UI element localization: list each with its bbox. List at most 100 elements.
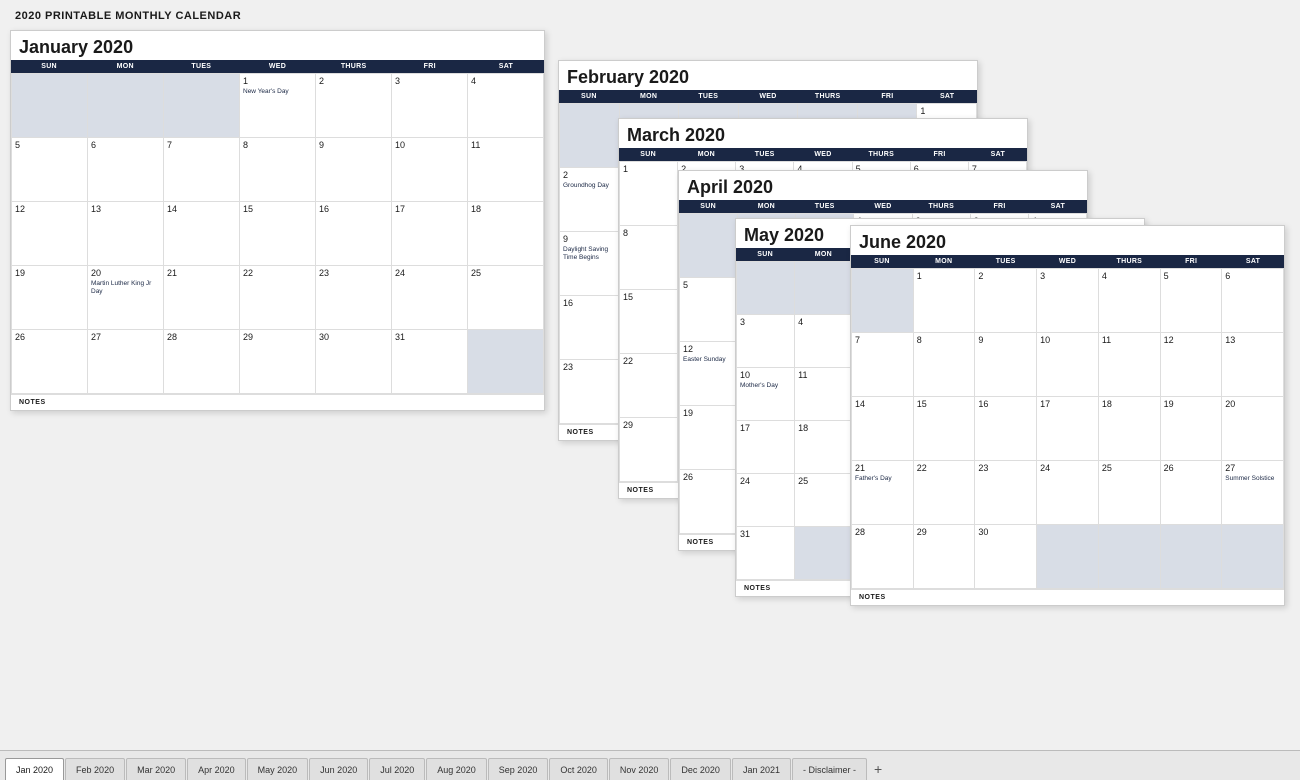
cal-cell: 21 bbox=[164, 266, 240, 330]
tab-may-2020[interactable]: May 2020 bbox=[247, 758, 309, 780]
header-cell: THURS bbox=[798, 90, 858, 103]
cal-cell: 22 bbox=[620, 354, 678, 418]
tab-jan-2020[interactable]: Jan 2020 bbox=[5, 758, 64, 780]
day-number: 29 bbox=[917, 527, 972, 537]
add-tab-button[interactable]: + bbox=[868, 758, 888, 780]
cal-cell: 19 bbox=[1161, 397, 1223, 461]
calendar-jan: January 2020SUNMONTUESWEDTHURSFRISAT1New… bbox=[10, 30, 545, 411]
day-number: 8 bbox=[623, 228, 674, 238]
tab-apr-2020[interactable]: Apr 2020 bbox=[187, 758, 246, 780]
cal-cell: 9Daylight Saving Time Begins bbox=[560, 232, 620, 296]
day-number: 11 bbox=[798, 370, 849, 380]
tab-oct-2020[interactable]: Oct 2020 bbox=[549, 758, 608, 780]
header-cell: FRI bbox=[1160, 255, 1222, 268]
day-number: 6 bbox=[1225, 271, 1280, 281]
day-number: 19 bbox=[683, 408, 734, 418]
header-cell: MON bbox=[913, 255, 975, 268]
tab-jan-2021[interactable]: Jan 2021 bbox=[732, 758, 791, 780]
cal-cell: 31 bbox=[392, 330, 468, 394]
day-number: 5 bbox=[683, 280, 734, 290]
cal-cell: 8 bbox=[914, 333, 976, 397]
day-number: 30 bbox=[319, 332, 388, 342]
day-number: 21 bbox=[855, 463, 910, 473]
header-row-apr: SUNMONTUESWEDTHURSFRISAT bbox=[679, 200, 1087, 213]
cal-cell: 26 bbox=[1161, 461, 1223, 525]
month-title-apr: April 2020 bbox=[679, 171, 1087, 200]
day-number: 25 bbox=[798, 476, 849, 486]
header-cell: WED bbox=[738, 90, 798, 103]
day-number: 6 bbox=[91, 140, 160, 150]
cal-cell: 27Summer Solstice bbox=[1222, 461, 1284, 525]
tab-sep-2020[interactable]: Sep 2020 bbox=[488, 758, 549, 780]
cal-cell: 23 bbox=[316, 266, 392, 330]
tab-jul-2020[interactable]: Jul 2020 bbox=[369, 758, 425, 780]
header-cell: SUN bbox=[851, 255, 913, 268]
cal-cell: 7 bbox=[852, 333, 914, 397]
cal-cell bbox=[1099, 525, 1161, 589]
tab-jun-2020[interactable]: Jun 2020 bbox=[309, 758, 368, 780]
month-title-mar: March 2020 bbox=[619, 119, 1027, 148]
day-number: 3 bbox=[395, 76, 464, 86]
tab-bar: Jan 2020Feb 2020Mar 2020Apr 2020May 2020… bbox=[0, 750, 1300, 780]
header-row-jan: SUNMONTUESWEDTHURSFRISAT bbox=[11, 60, 544, 73]
day-number: 15 bbox=[623, 292, 674, 302]
cal-cell bbox=[1037, 525, 1099, 589]
day-number: 4 bbox=[1102, 271, 1157, 281]
header-cell: TUES bbox=[975, 255, 1037, 268]
day-number: 26 bbox=[683, 472, 734, 482]
event-text: Father's Day bbox=[855, 475, 910, 483]
header-cell: MON bbox=[737, 200, 795, 213]
header-cell: MON bbox=[794, 248, 852, 261]
day-number: 10 bbox=[740, 370, 791, 380]
tab---disclaimer--[interactable]: - Disclaimer - bbox=[792, 758, 867, 780]
header-cell: SAT bbox=[917, 90, 977, 103]
day-number: 11 bbox=[471, 140, 540, 150]
tab-nov-2020[interactable]: Nov 2020 bbox=[609, 758, 670, 780]
cal-cell: 3 bbox=[737, 315, 795, 368]
day-number: 13 bbox=[1225, 335, 1280, 345]
cal-cell: 19 bbox=[12, 266, 88, 330]
cal-cell: 16 bbox=[560, 296, 620, 360]
header-cell: FRI bbox=[910, 148, 968, 161]
cal-cell bbox=[795, 527, 853, 580]
day-number: 4 bbox=[471, 76, 540, 86]
day-number: 7 bbox=[167, 140, 236, 150]
day-number: 4 bbox=[798, 317, 849, 327]
tab-dec-2020[interactable]: Dec 2020 bbox=[670, 758, 731, 780]
day-number: 20 bbox=[91, 268, 160, 278]
event-text: Mother's Day bbox=[740, 382, 791, 390]
cal-cell: 4 bbox=[795, 315, 853, 368]
cal-cell: 19 bbox=[680, 406, 738, 470]
day-number: 8 bbox=[243, 140, 312, 150]
month-title-jun: June 2020 bbox=[851, 226, 1284, 255]
cal-cell: 24 bbox=[737, 474, 795, 527]
cal-cell: 14 bbox=[164, 202, 240, 266]
tab-mar-2020[interactable]: Mar 2020 bbox=[126, 758, 186, 780]
cal-cell: 8 bbox=[240, 138, 316, 202]
day-number: 1 bbox=[917, 271, 972, 281]
tab-aug-2020[interactable]: Aug 2020 bbox=[426, 758, 487, 780]
header-cell: TUES bbox=[678, 90, 738, 103]
header-cell: MON bbox=[619, 90, 679, 103]
cal-cell: 29 bbox=[240, 330, 316, 394]
header-cell: SUN bbox=[11, 60, 87, 73]
cal-cell bbox=[680, 214, 738, 278]
cal-cell: 1New Year's Day bbox=[240, 74, 316, 138]
day-number: 18 bbox=[471, 204, 540, 214]
cal-cell bbox=[795, 262, 853, 315]
header-cell: WED bbox=[854, 200, 912, 213]
header-cell: MON bbox=[677, 148, 735, 161]
event-text: Daylight Saving Time Begins bbox=[563, 246, 616, 262]
day-number: 1 bbox=[243, 76, 312, 86]
day-number: 3 bbox=[740, 317, 791, 327]
cal-cell: 23 bbox=[560, 360, 620, 424]
header-cell: SAT bbox=[969, 148, 1027, 161]
calendar-jun: June 2020SUNMONTUESWEDTHURSFRISAT1234567… bbox=[850, 225, 1285, 606]
cal-cell: 9 bbox=[975, 333, 1037, 397]
day-number: 17 bbox=[395, 204, 464, 214]
cal-cell: 9 bbox=[316, 138, 392, 202]
tab-feb-2020[interactable]: Feb 2020 bbox=[65, 758, 125, 780]
day-number: 16 bbox=[563, 298, 616, 308]
day-number: 2 bbox=[978, 271, 1033, 281]
day-number: 28 bbox=[167, 332, 236, 342]
